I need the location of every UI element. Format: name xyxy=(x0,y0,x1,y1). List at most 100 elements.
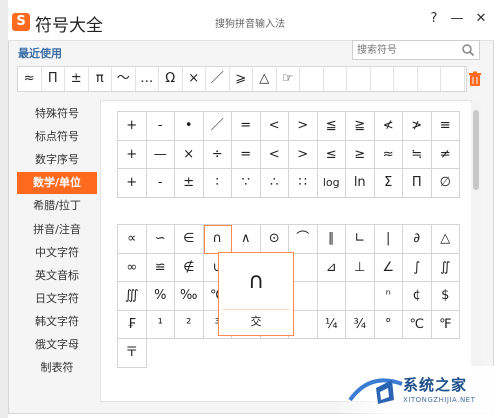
symbol-cell[interactable]: ° xyxy=(374,310,403,339)
symbol-cell[interactable] xyxy=(317,282,346,311)
recent-symbol-cell[interactable] xyxy=(324,67,347,91)
minimize-button[interactable]: — xyxy=(448,10,466,28)
sidebar-item-8[interactable]: 日文字符 xyxy=(17,288,97,310)
help-button[interactable]: ? xyxy=(425,10,443,28)
symbol-cell[interactable]: ∟ xyxy=(346,225,375,254)
symbol-cell[interactable]: ¹ xyxy=(146,310,175,339)
symbol-cell[interactable]: ∴ xyxy=(260,169,289,198)
symbol-cell[interactable]: ≤ xyxy=(317,140,346,169)
symbol-cell[interactable]: Σ xyxy=(374,169,403,198)
symbol-cell[interactable]: Π xyxy=(403,169,432,198)
symbol-cell[interactable]: ln xyxy=(346,169,375,198)
recent-symbol-cell[interactable]: ± xyxy=(65,67,89,91)
symbol-cell[interactable]: + xyxy=(118,140,147,169)
scrollbar-thumb[interactable] xyxy=(473,110,479,190)
symbol-cell[interactable]: ¼ xyxy=(317,310,346,339)
recent-symbol-cell[interactable] xyxy=(394,67,418,91)
recent-symbol-cell[interactable]: ☞ xyxy=(277,67,300,91)
symbol-cell[interactable]: ℉ xyxy=(431,310,460,339)
symbol-cell[interactable]: ∫ xyxy=(403,253,432,282)
symbol-cell[interactable]: ± xyxy=(175,169,204,198)
symbol-cell[interactable]: ² xyxy=(175,310,204,339)
symbol-cell[interactable]: ∞ xyxy=(118,253,147,282)
recent-symbol-cell[interactable]: Ω xyxy=(159,67,183,91)
symbol-cell[interactable]: - xyxy=(146,169,175,198)
symbol-cell[interactable]: ／ xyxy=(203,112,232,141)
recent-symbol-cell[interactable] xyxy=(347,67,371,91)
symbol-cell[interactable]: log xyxy=(317,169,346,198)
symbol-cell[interactable]: ∩ xyxy=(203,225,232,254)
symbol-cell[interactable]: < xyxy=(260,112,289,141)
sidebar-item-3[interactable]: 数学/单位 xyxy=(17,172,97,195)
recent-symbol-cell[interactable]: π xyxy=(89,67,112,91)
symbol-cell[interactable]: ⊥ xyxy=(346,253,375,282)
close-button[interactable]: ✕ xyxy=(472,10,490,28)
symbol-cell[interactable]: ∶ xyxy=(203,169,232,198)
symbol-cell[interactable]: % xyxy=(146,282,175,311)
symbol-cell[interactable]: ∥ xyxy=(317,225,346,254)
symbol-cell[interactable]: ⊿ xyxy=(317,253,346,282)
sidebar-item-6[interactable]: 中文字符 xyxy=(17,242,97,264)
symbol-cell[interactable] xyxy=(346,282,375,311)
symbol-cell[interactable]: ∠ xyxy=(374,253,403,282)
symbol-cell[interactable]: ∧ xyxy=(232,225,261,254)
symbol-cell[interactable]: ∂ xyxy=(403,225,432,254)
symbol-cell[interactable]: ≈ xyxy=(374,140,403,169)
symbol-cell[interactable]: $ xyxy=(431,282,460,311)
symbol-cell[interactable]: - xyxy=(146,112,175,141)
symbol-cell[interactable]: ⁿ xyxy=(374,282,403,311)
recent-symbol-cell[interactable] xyxy=(418,67,441,91)
symbol-cell[interactable]: ∅ xyxy=(431,169,460,198)
symbol-cell[interactable]: ≧ xyxy=(346,112,375,141)
symbol-cell[interactable]: ∬ xyxy=(431,253,460,282)
recent-symbol-cell[interactable]: Π xyxy=(42,67,65,91)
symbol-cell[interactable]: | xyxy=(374,225,403,254)
symbol-cell[interactable]: ÷ xyxy=(203,140,232,169)
symbol-cell[interactable]: > xyxy=(289,112,318,141)
symbol-cell[interactable]: ∉ xyxy=(175,253,204,282)
symbol-cell[interactable]: ∈ xyxy=(175,225,204,254)
symbol-cell[interactable]: × xyxy=(175,140,204,169)
symbol-cell[interactable]: ∭ xyxy=(118,282,147,311)
recent-symbol-cell[interactable]: … xyxy=(136,67,159,91)
recent-symbol-cell[interactable] xyxy=(441,67,465,91)
symbol-cell[interactable]: > xyxy=(289,140,318,169)
sidebar-item-9[interactable]: 韩文字符 xyxy=(17,311,97,333)
sidebar-item-11[interactable]: 制表符 xyxy=(17,357,97,379)
recent-symbol-cell[interactable]: ～ xyxy=(112,67,136,91)
sidebar-item-0[interactable]: 特殊符号 xyxy=(17,103,97,125)
symbol-cell[interactable]: △ xyxy=(431,225,460,254)
symbol-cell[interactable]: ⊙ xyxy=(260,225,289,254)
symbol-cell[interactable]: < xyxy=(260,140,289,169)
symbol-cell[interactable]: = xyxy=(232,112,261,141)
symbol-cell[interactable]: ≦ xyxy=(317,112,346,141)
sidebar-item-7[interactable]: 英文音标 xyxy=(17,265,97,287)
symbol-cell[interactable]: ¢ xyxy=(403,282,432,311)
symbol-cell[interactable]: + xyxy=(118,169,147,198)
trash-icon[interactable] xyxy=(468,71,482,87)
recent-symbol-cell[interactable]: × xyxy=(183,67,206,91)
symbol-cell[interactable]: ‰ xyxy=(175,282,204,311)
symbol-cell[interactable]: 〒 xyxy=(118,339,147,368)
symbol-cell[interactable]: ≯ xyxy=(403,112,432,141)
symbol-cell[interactable]: ∽ xyxy=(146,225,175,254)
symbol-cell[interactable]: ∵ xyxy=(232,169,261,198)
recent-symbol-cell[interactable]: ／ xyxy=(206,67,230,91)
symbol-cell[interactable]: ∝ xyxy=(118,225,147,254)
symbol-cell[interactable]: ≥ xyxy=(346,140,375,169)
search-input[interactable] xyxy=(357,43,457,57)
symbol-cell[interactable]: ≮ xyxy=(374,112,403,141)
symbol-cell[interactable]: + xyxy=(118,112,147,141)
recent-symbol-cell[interactable]: ≈ xyxy=(18,67,42,91)
sidebar-item-10[interactable]: 俄文字母 xyxy=(17,334,97,356)
symbol-cell[interactable]: ≒ xyxy=(403,140,432,169)
symbol-cell[interactable]: ₣ xyxy=(118,310,147,339)
symbol-cell[interactable]: ≌ xyxy=(146,253,175,282)
sidebar-item-1[interactable]: 标点符号 xyxy=(17,126,97,148)
recent-symbol-cell[interactable]: △ xyxy=(253,67,277,91)
recent-symbol-cell[interactable] xyxy=(300,67,324,91)
symbol-cell[interactable]: ¾ xyxy=(346,310,375,339)
symbol-cell[interactable]: ⌒ xyxy=(289,225,318,254)
search-icon[interactable] xyxy=(461,43,475,57)
symbol-cell[interactable]: • xyxy=(175,112,204,141)
